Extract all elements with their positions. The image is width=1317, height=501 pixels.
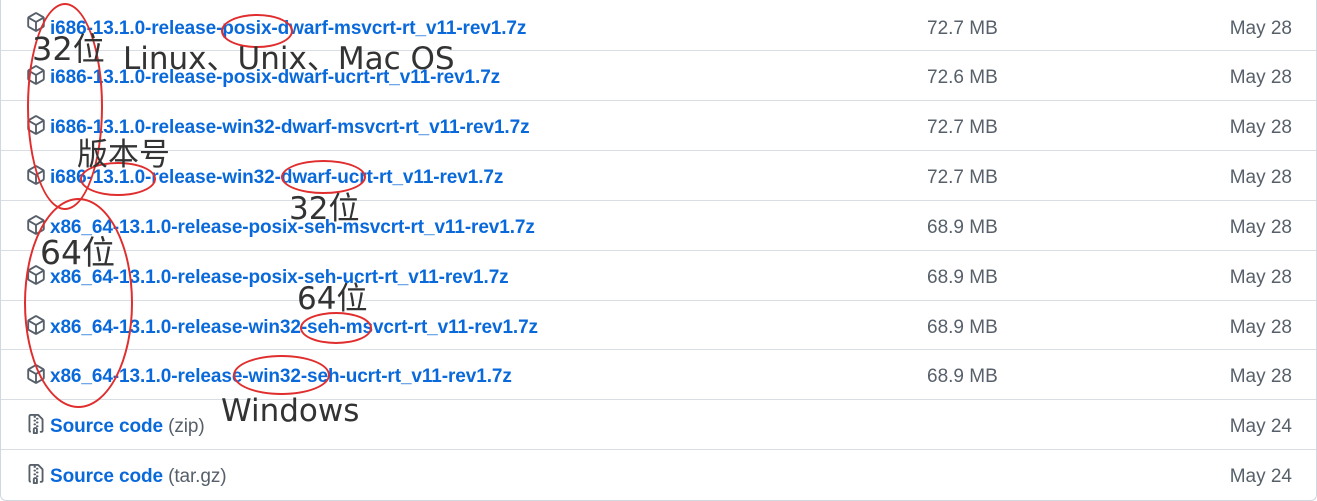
file-zip-icon <box>26 414 46 434</box>
asset-name: x86_64-13.1.0-release-win32-seh-ucrt-rt_… <box>50 366 512 387</box>
asset-date: May 28 <box>1229 18 1292 39</box>
asset-download-link[interactable]: i686-13.1.0-release-win32-dwarf-ucrt-rt_… <box>50 166 503 190</box>
asset-size: 72.6 MB <box>927 67 998 88</box>
asset-download-link[interactable]: i686-13.1.0-release-win32-dwarf-msvcrt-r… <box>50 116 530 140</box>
asset-date: May 28 <box>1229 167 1292 188</box>
asset-size: 68.9 MB <box>927 317 998 338</box>
asset-name: x86_64-13.1.0-release-posix-seh-msvcrt-r… <box>50 217 535 238</box>
asset-download-link[interactable]: i686-13.1.0-release-posix-dwarf-ucrt-rt_… <box>50 66 500 90</box>
asset-row: x86_64-13.1.0-release-win32-seh-msvcrt-r… <box>1 300 1316 350</box>
file-zip-icon <box>26 464 46 484</box>
package-icon <box>26 115 46 135</box>
asset-row: i686-13.1.0-release-win32-dwarf-ucrt-rt_… <box>1 150 1316 200</box>
asset-size: 72.7 MB <box>927 18 998 39</box>
asset-row: i686-13.1.0-release-posix-dwarf-msvcrt-r… <box>1 0 1316 50</box>
asset-date: May 24 <box>1229 416 1292 437</box>
asset-size: 68.9 MB <box>927 217 998 238</box>
asset-name: Source code <box>50 416 163 437</box>
asset-date: May 28 <box>1229 317 1292 338</box>
asset-date: May 28 <box>1229 67 1292 88</box>
asset-date: May 28 <box>1229 217 1292 238</box>
asset-size: 72.7 MB <box>927 117 998 138</box>
asset-download-link[interactable]: x86_64-13.1.0-release-posix-seh-ucrt-rt_… <box>50 266 509 290</box>
asset-date: May 28 <box>1229 117 1292 138</box>
asset-size: 68.9 MB <box>927 267 998 288</box>
asset-name: x86_64-13.1.0-release-posix-seh-ucrt-rt_… <box>50 267 509 288</box>
asset-download-link[interactable]: i686-13.1.0-release-posix-dwarf-msvcrt-r… <box>50 17 526 41</box>
asset-download-link[interactable]: x86_64-13.1.0-release-posix-seh-msvcrt-r… <box>50 216 535 240</box>
asset-name: i686-13.1.0-release-posix-dwarf-ucrt-rt_… <box>50 67 501 88</box>
asset-format-suffix: (tar.gz) <box>168 466 227 487</box>
asset-date: May 28 <box>1229 366 1292 387</box>
asset-format-suffix: (zip) <box>168 416 205 437</box>
asset-download-link[interactable]: Source code (tar.gz) <box>50 465 227 489</box>
package-icon <box>26 265 46 285</box>
asset-size: 68.9 MB <box>927 366 998 387</box>
asset-name: i686-13.1.0-release-posix-dwarf-msvcrt-r… <box>50 18 527 39</box>
asset-row: i686-13.1.0-release-posix-dwarf-ucrt-rt_… <box>1 50 1316 100</box>
asset-row: x86_64-13.1.0-release-posix-seh-ucrt-rt_… <box>1 250 1316 300</box>
asset-row: Source code (tar.gz) May 24 <box>1 449 1316 499</box>
asset-download-link[interactable]: x86_64-13.1.0-release-win32-seh-ucrt-rt_… <box>50 365 512 389</box>
package-icon <box>26 215 46 235</box>
release-assets-list: i686-13.1.0-release-posix-dwarf-msvcrt-r… <box>0 0 1317 501</box>
asset-row: Source code (zip) May 24 <box>1 399 1316 449</box>
package-icon <box>26 12 46 32</box>
package-icon <box>26 315 46 335</box>
asset-row: x86_64-13.1.0-release-win32-seh-ucrt-rt_… <box>1 349 1316 399</box>
asset-date: May 28 <box>1229 267 1292 288</box>
asset-name: Source code <box>50 466 163 487</box>
asset-row: i686-13.1.0-release-win32-dwarf-msvcrt-r… <box>1 100 1316 150</box>
asset-name: i686-13.1.0-release-win32-dwarf-ucrt-rt_… <box>50 167 504 188</box>
asset-name: i686-13.1.0-release-win32-dwarf-msvcrt-r… <box>50 117 530 138</box>
asset-download-link[interactable]: Source code (zip) <box>50 415 205 439</box>
package-icon <box>26 165 46 185</box>
asset-date: May 24 <box>1229 466 1292 487</box>
asset-download-link[interactable]: x86_64-13.1.0-release-win32-seh-msvcrt-r… <box>50 316 538 340</box>
package-icon <box>26 364 46 384</box>
asset-size: 72.7 MB <box>927 167 998 188</box>
asset-name: x86_64-13.1.0-release-win32-seh-msvcrt-r… <box>50 317 538 338</box>
asset-row: x86_64-13.1.0-release-posix-seh-msvcrt-r… <box>1 200 1316 250</box>
package-icon <box>26 65 46 85</box>
